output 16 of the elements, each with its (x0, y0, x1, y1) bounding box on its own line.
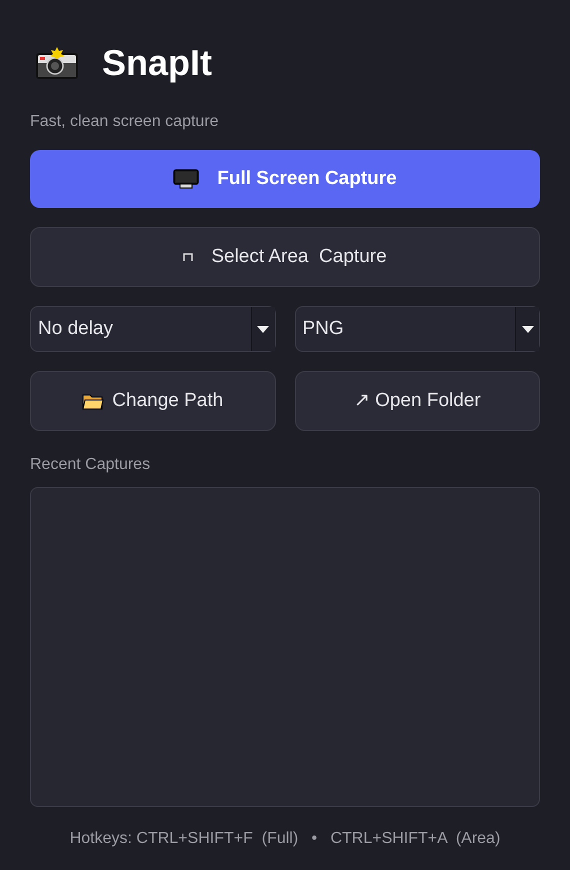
open-folder-button[interactable]: ↗ Open Folder (294, 371, 540, 431)
camera-icon (34, 46, 80, 80)
hotkeys-hint: Hotkeys: CTRL+SHIFT+F (Full) • CTRL+SHIFT+A (Area) (68, 829, 502, 849)
app-subtitle: Fast, clean screen capture (30, 112, 220, 132)
recent-captures-label: Recent Captures (30, 455, 152, 475)
app-title: SnapIt (102, 41, 212, 85)
dropdown-select[interactable]: No delay (30, 306, 276, 352)
change-path-button[interactable]: Change Path (30, 371, 276, 431)
dropdown-select[interactable]: PNG (294, 306, 540, 352)
full-screen-capture-button[interactable]: Full Screen Capture (30, 150, 540, 208)
dropdown-arrow-icon (257, 326, 269, 332)
folder-icon (82, 392, 104, 410)
monitor-icon (173, 169, 200, 189)
dropdown-arrow-icon (522, 326, 534, 332)
select-area-capture-button[interactable]: Select Area Capture (30, 227, 540, 287)
area-select-icon (183, 253, 194, 261)
